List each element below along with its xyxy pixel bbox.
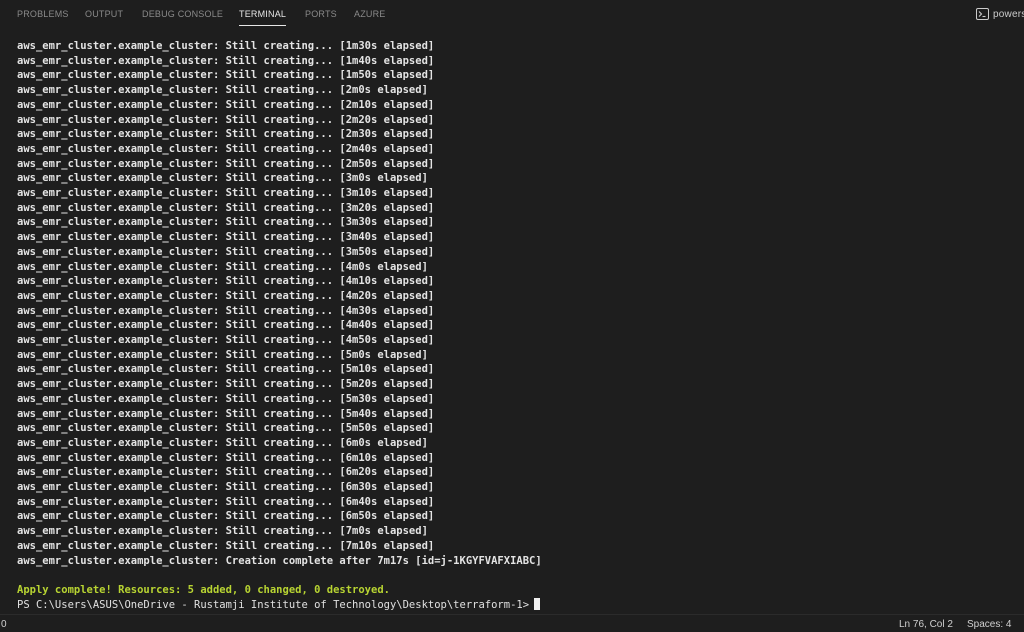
terminal-line: aws_emr_cluster.example_cluster: Still c… <box>17 407 435 420</box>
terminal-line: aws_emr_cluster.example_cluster: Still c… <box>17 510 435 523</box>
terminal-line: aws_emr_cluster.example_cluster: Still c… <box>17 245 435 258</box>
terminal-line: aws_emr_cluster.example_cluster: Still c… <box>17 451 435 464</box>
terminal-line: aws_emr_cluster.example_cluster: Still c… <box>17 334 435 346</box>
terminal-line: aws_emr_cluster.example_cluster: Still c… <box>17 172 428 185</box>
terminal-output[interactable]: aws_emr_cluster.example_cluster: Still c… <box>0 39 1024 614</box>
terminal-cursor <box>534 597 541 610</box>
terminal-line: aws_emr_cluster.example_cluster: Still c… <box>17 40 435 52</box>
terminal-line: aws_emr_cluster.example_cluster: Still c… <box>17 157 435 170</box>
terminal-line: aws_emr_cluster.example_cluster: Still c… <box>17 422 435 435</box>
terminal-line: aws_emr_cluster.example_cluster: Still c… <box>17 84 428 97</box>
status-bar: 0 Ln 76, Col 2 Spaces: 4 <box>0 614 1024 632</box>
terminal-line: aws_emr_cluster.example_cluster: Still c… <box>17 187 435 199</box>
terminal-line: aws_emr_cluster.example_cluster: Still c… <box>17 525 428 538</box>
tab-azure[interactable]: AZURE <box>354 9 386 19</box>
terminal-line: aws_emr_cluster.example_cluster: Still c… <box>17 304 435 317</box>
tab-ports[interactable]: PORTS <box>305 9 337 19</box>
terminal-line: aws_emr_cluster.example_cluster: Still c… <box>17 392 435 405</box>
terminal-line: aws_emr_cluster.example_cluster: Creatio… <box>17 554 542 567</box>
tab-debug-console[interactable]: DEBUG CONSOLE <box>142 9 223 19</box>
terminal-line: aws_emr_cluster.example_cluster: Still c… <box>17 260 428 273</box>
terminal-line: aws_emr_cluster.example_cluster: Still c… <box>17 128 435 141</box>
terminal-line: aws_emr_cluster.example_cluster: Still c… <box>17 495 435 508</box>
tab-output[interactable]: OUTPUT <box>85 9 123 19</box>
terminal-line: aws_emr_cluster.example_cluster: Still c… <box>17 98 435 111</box>
terminal-line: aws_emr_cluster.example_cluster: Still c… <box>17 142 435 155</box>
terminal-prompt: PS C:\Users\ASUS\OneDrive - Rustamji Ins… <box>17 598 530 611</box>
terminal-shell-selector[interactable]: powers <box>976 6 1024 22</box>
terminal-line: aws_emr_cluster.example_cluster: Still c… <box>17 378 435 391</box>
terminal-line: Apply complete! Resources: 5 added, 0 ch… <box>17 583 390 596</box>
terminal-line: aws_emr_cluster.example_cluster: Still c… <box>17 466 435 479</box>
terminal-line: aws_emr_cluster.example_cluster: Still c… <box>17 113 435 126</box>
terminal-line: aws_emr_cluster.example_cluster: Still c… <box>17 54 435 67</box>
terminal-line: aws_emr_cluster.example_cluster: Still c… <box>17 231 435 244</box>
tab-problems[interactable]: PROBLEMS <box>17 9 69 19</box>
status-indentation[interactable]: Spaces: 4 <box>967 619 1011 630</box>
terminal-line: aws_emr_cluster.example_cluster: Still c… <box>17 348 428 361</box>
terminal-line: aws_emr_cluster.example_cluster: Still c… <box>17 289 435 302</box>
terminal-shell-label: powers <box>993 8 1024 20</box>
terminal-line: aws_emr_cluster.example_cluster: Still c… <box>17 69 435 82</box>
tab-terminal[interactable]: TERMINAL <box>239 9 287 26</box>
terminal-line: aws_emr_cluster.example_cluster: Still c… <box>17 319 435 332</box>
terminal-line: aws_emr_cluster.example_cluster: Still c… <box>17 201 435 214</box>
terminal-line: aws_emr_cluster.example_cluster: Still c… <box>17 363 435 376</box>
terminal-line: aws_emr_cluster.example_cluster: Still c… <box>17 275 435 288</box>
status-problems-count[interactable]: 0 <box>1 619 7 630</box>
terminal-line: aws_emr_cluster.example_cluster: Still c… <box>17 436 428 449</box>
terminal-line: aws_emr_cluster.example_cluster: Still c… <box>17 216 435 229</box>
vscode-panel-window: PROBLEMS OUTPUT DEBUG CONSOLE TERMINAL P… <box>0 0 1024 632</box>
terminal-line: aws_emr_cluster.example_cluster: Still c… <box>17 481 435 493</box>
terminal-line: aws_emr_cluster.example_cluster: Still c… <box>17 539 435 552</box>
panel-tab-bar: PROBLEMS OUTPUT DEBUG CONSOLE TERMINAL P… <box>0 0 1024 28</box>
terminal-powershell-icon <box>976 8 989 20</box>
status-cursor-position[interactable]: Ln 76, Col 2 <box>899 619 953 630</box>
terminal-prompt-line[interactable]: PS C:\Users\ASUS\OneDrive - Rustamji Ins… <box>17 597 541 613</box>
